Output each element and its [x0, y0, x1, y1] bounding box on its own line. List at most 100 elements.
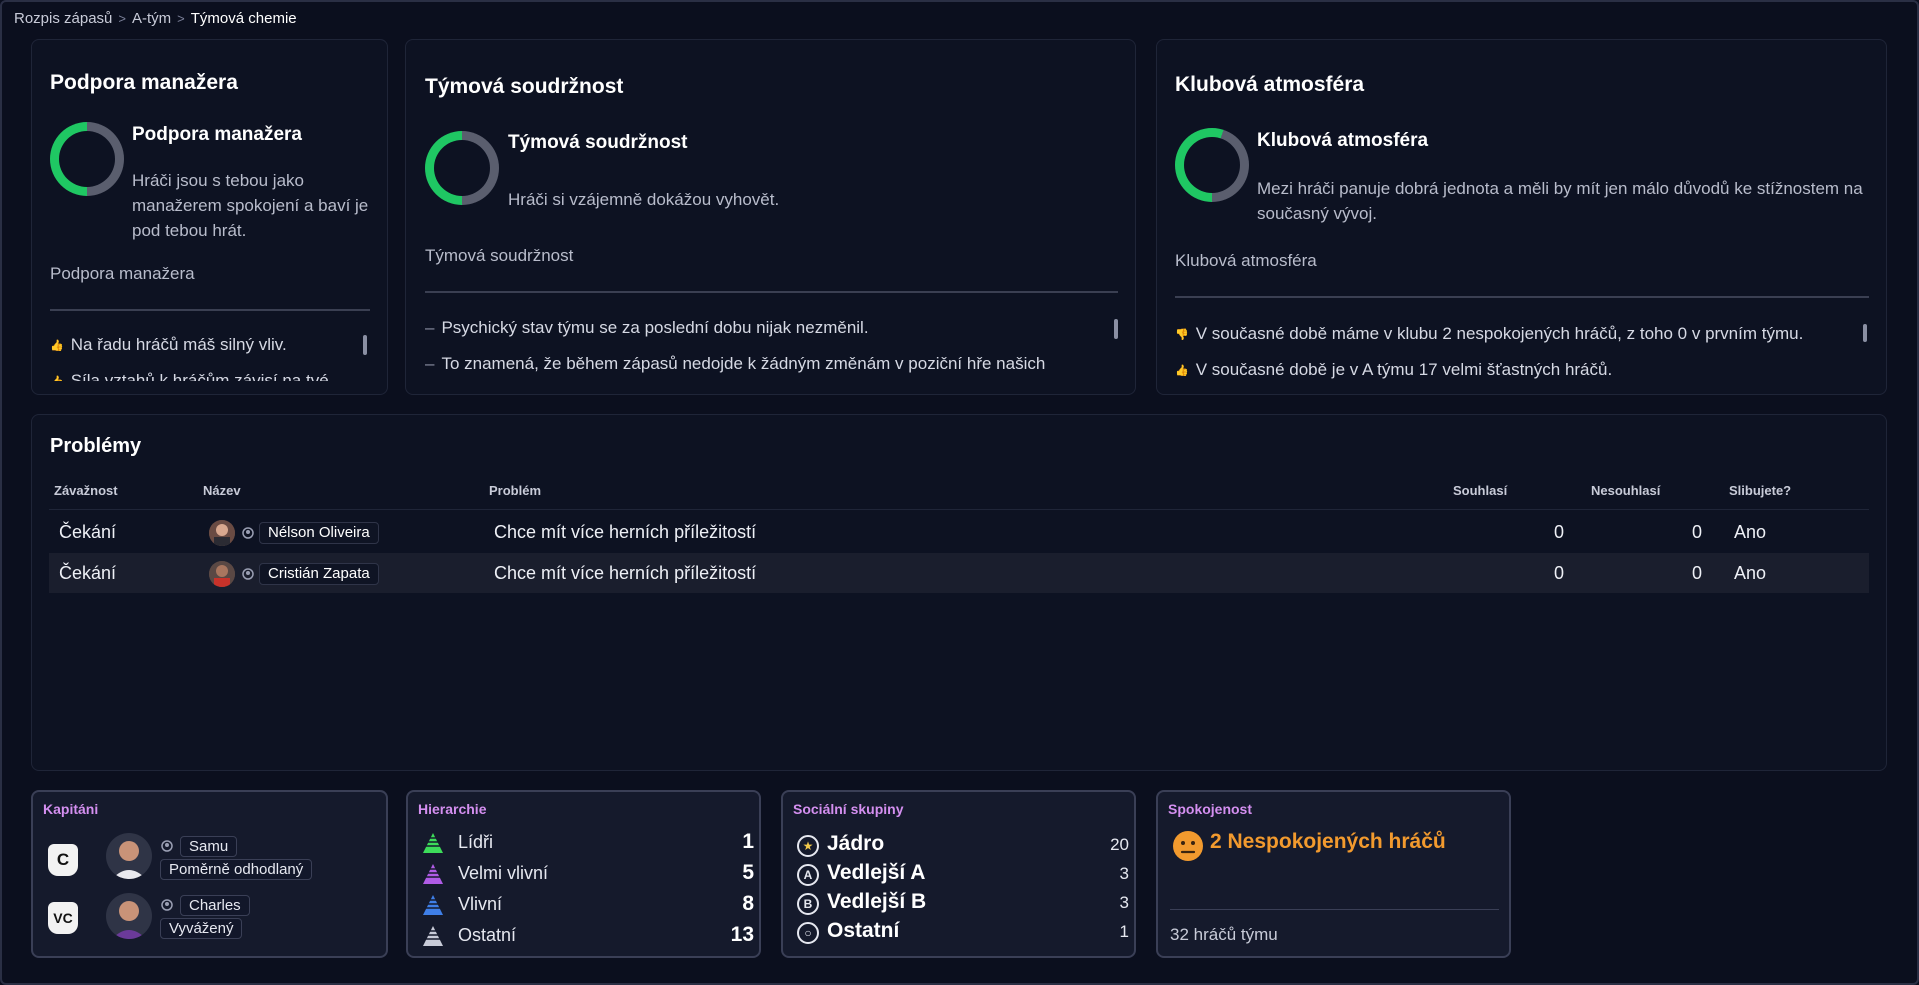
divider: [1175, 296, 1869, 298]
column-agree[interactable]: Souhlasí: [1453, 483, 1507, 498]
player-name-link[interactable]: Cristián Zapata: [259, 563, 379, 585]
promise-cell[interactable]: Ano: [1734, 512, 1766, 552]
satisfaction-panel[interactable]: Spokojenost 2 Nespokojených hráčů 32 hrá…: [1156, 790, 1511, 958]
thumbs-up-icon: 👍: [50, 375, 64, 382]
panel-title: Kapitáni: [43, 801, 99, 817]
column-disagree[interactable]: Nesouhlasí: [1591, 483, 1660, 498]
dash-icon: –: [425, 354, 435, 373]
social-group-secondary-a: A Vedlejší A3: [797, 861, 1129, 887]
avatar[interactable]: [106, 833, 152, 879]
chevron-right-icon: >: [177, 11, 185, 26]
section-label: Podpora manažera: [50, 264, 195, 283]
table-row[interactable]: Čekání Nélson Oliveira Chce mít více her…: [49, 512, 1869, 552]
breadcrumb-team[interactable]: A-tým: [132, 10, 171, 27]
severity-cell: Čekání: [59, 563, 117, 583]
social-group-core: ★ Jádro 20: [797, 832, 1129, 858]
bullet-list: – Psychický stav týmu se za poslední dobu…: [425, 310, 1105, 386]
disagree-cell: 0: [1691, 522, 1702, 542]
scrollbar[interactable]: [363, 335, 367, 355]
column-promise[interactable]: Slibujete?: [1729, 483, 1791, 498]
group-b-icon: B: [797, 893, 819, 915]
person-icon: [242, 527, 254, 539]
pyramid-icon: [423, 864, 443, 884]
hierarchy-row-leaders: Lídři 1: [422, 830, 754, 856]
social-groups-panel[interactable]: Sociální skupiny ★ Jádro 20 A Vedlejší A3…: [781, 790, 1136, 958]
agree-cell: 0: [1553, 563, 1564, 583]
captain-personality: Vyvážený: [160, 918, 243, 939]
card-title: Týmová soudržnost: [425, 75, 624, 98]
club-atmosphere-ring: [1175, 128, 1249, 202]
captains-panel[interactable]: Kapitáni C Samu Poměrně odhodlaný VC Cha…: [31, 790, 388, 958]
list-item: 👎 V současné době máme v klubu 2 nespokoj…: [1175, 324, 1804, 343]
agree-cell: 0: [1553, 522, 1564, 542]
hierarchy-row-very-influential: Velmi vlivní 5: [422, 861, 754, 887]
bullet-list: 👎 V současné době máme v klubu 2 nespokoj…: [1175, 314, 1865, 382]
ring-title: Podpora manažera: [132, 124, 302, 145]
star-group-icon: ★: [797, 835, 819, 857]
panel-title: Spokojenost: [1168, 801, 1253, 817]
pyramid-icon: [423, 833, 443, 853]
group-others-icon: ○: [797, 922, 819, 944]
card-title: Klubová atmosféra: [1175, 73, 1365, 96]
card-title: Problémy: [50, 435, 142, 457]
section-label: Týmová soudržnost: [425, 246, 574, 265]
team-cohesion-card: Týmová soudržnost Týmová soudržnost Hráč…: [405, 39, 1136, 395]
unhappy-players-count[interactable]: 2 Nespokojených hráčů: [1210, 830, 1446, 854]
breadcrumb-current: Týmová chemie: [190, 10, 297, 27]
table-row[interactable]: Čekání Cristián Zapata Chce mít více her…: [49, 553, 1869, 593]
squad-size: 32 hráčů týmu: [1170, 925, 1278, 944]
column-problem[interactable]: Problém: [489, 483, 541, 498]
manager-support-ring: [50, 122, 124, 196]
team-cohesion-ring: [425, 131, 499, 205]
avatar: [209, 561, 235, 587]
column-name[interactable]: Název: [203, 483, 241, 498]
captain-name[interactable]: Samu: [180, 836, 238, 857]
person-icon: [161, 899, 173, 911]
club-atmosphere-card: Klubová atmosféra Klubová atmosféra Mezi…: [1156, 39, 1887, 395]
list-item: – Psychický stav týmu se za poslední dobu…: [425, 318, 869, 337]
thumbs-down-icon: 👎: [1175, 328, 1189, 341]
bullet-list: 👍Na řadu hráčů máš silný vliv. 👍Síla vzt…: [50, 325, 350, 381]
chevron-right-icon: >: [118, 11, 126, 26]
group-a-icon: A: [797, 864, 819, 886]
ring-description: Mezi hráči panuje dobrá jednota a měli b…: [1257, 179, 1863, 223]
promise-cell[interactable]: Ano: [1734, 553, 1766, 593]
vice-captain-badge-icon: VC: [48, 902, 78, 934]
manager-support-card: Podpora manažera Podpora manažera Hráči …: [31, 39, 388, 395]
scrollbar[interactable]: [1863, 324, 1867, 342]
avatar[interactable]: [106, 893, 152, 939]
card-title: Podpora manažera: [50, 71, 238, 94]
list-item: – To znamená, že během zápasů nedojde k ž…: [425, 354, 1046, 373]
severity-cell: Čekání: [59, 522, 117, 542]
ring-title: Týmová soudržnost: [508, 132, 688, 153]
dash-icon: –: [425, 318, 435, 337]
problem-cell: Chce mít více herních příležitostí: [494, 563, 757, 583]
breadcrumb: Rozpis zápasů > A-tým > Týmová chemie: [14, 10, 297, 27]
unhappy-face-icon: [1173, 831, 1203, 861]
divider: [425, 291, 1118, 293]
scrollbar[interactable]: [1114, 319, 1118, 339]
pyramid-icon: [423, 926, 443, 946]
thumbs-up-icon: 👍: [1175, 364, 1189, 377]
pyramid-icon: [423, 895, 443, 915]
disagree-cell: 0: [1691, 563, 1702, 583]
hierarchy-panel[interactable]: Hierarchie Lídři 1 Velmi vlivní 5 Vlivní 8 …: [406, 790, 761, 958]
panel-title: Sociální skupiny: [793, 801, 904, 817]
ring-description: Hráči si vzájemně dokážou vyhovět.: [508, 190, 780, 209]
player-name-link[interactable]: Nélson Oliveira: [259, 522, 379, 544]
panel-title: Hierarchie: [418, 801, 487, 817]
ring-description: Hráči jsou s tebou jako manažerem spokoj…: [132, 171, 369, 240]
captain-badge-icon: C: [48, 844, 78, 876]
person-icon: [242, 568, 254, 580]
thumbs-up-icon: 👍: [50, 339, 64, 352]
column-severity[interactable]: Závažnost: [54, 483, 118, 498]
breadcrumb-fixtures[interactable]: Rozpis zápasů: [14, 10, 112, 27]
person-icon: [161, 840, 173, 852]
ring-title: Klubová atmosféra: [1257, 130, 1429, 151]
captain-name[interactable]: Charles: [180, 895, 250, 916]
hierarchy-row-others: Ostatní 13: [422, 923, 754, 949]
list-item: 👍Síla vztahů k hráčům závisí na tvé...: [50, 371, 343, 381]
list-item: 👍 V současné době je v A týmu 17 velmi šť…: [1175, 360, 1613, 379]
problem-cell: Chce mít více herních příležitostí: [494, 522, 757, 542]
section-label: Klubová atmosféra: [1175, 251, 1317, 270]
